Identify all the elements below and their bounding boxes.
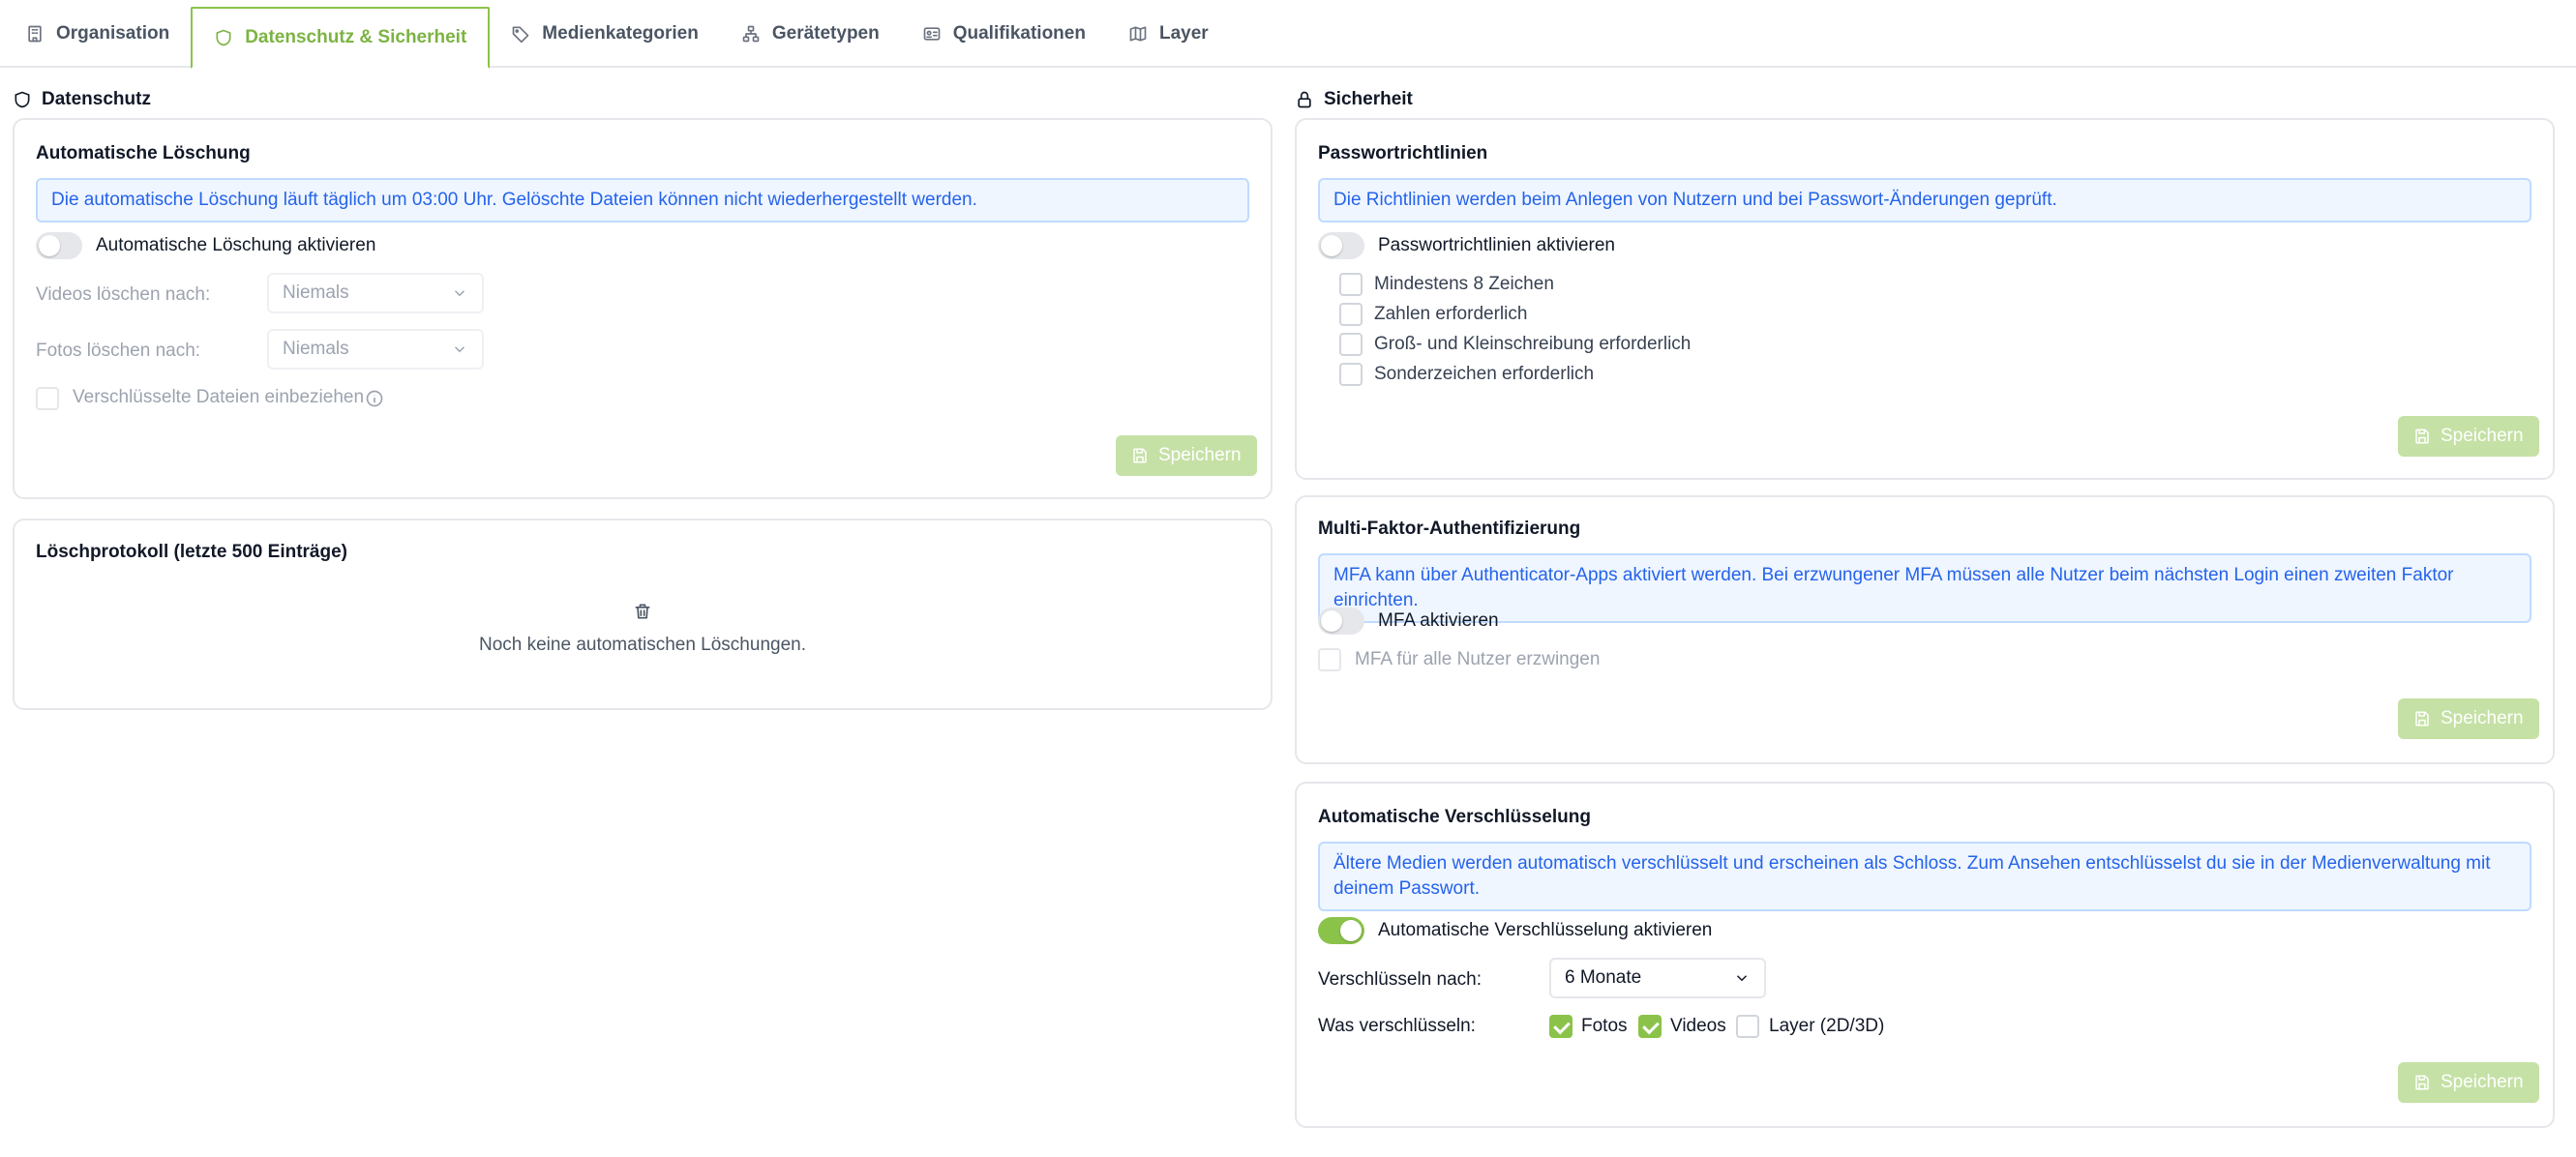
include-encrypted-checkbox[interactable]: [36, 387, 59, 410]
save-icon: [2415, 429, 2429, 444]
card-title: Multi-Faktor-Authentifizierung: [1318, 519, 1581, 539]
save-icon: [1133, 448, 1147, 463]
id-card-icon: [923, 26, 941, 41]
tab-label: Layer: [1158, 22, 1209, 44]
enforce-mfa-label: MFA für alle Nutzer erzwingen: [1355, 649, 1601, 669]
security-column: Sicherheit Passwortrichtlinien Die Richt…: [1295, 68, 2555, 1128]
card-title: Automatische Verschlüsselung: [1318, 807, 1591, 827]
button-label: Speichern: [2441, 708, 2524, 728]
rule-special-checkbox[interactable]: [1339, 363, 1363, 386]
tab-label: Organisation: [56, 22, 170, 44]
card-title: Passwortrichtlinien: [1318, 143, 1488, 163]
password-policy-card: Passwortrichtlinien Die Richtlinien werd…: [1295, 118, 2555, 480]
map-icon: [1129, 26, 1147, 42]
rule-label: Sonderzeichen erforderlich: [1374, 364, 1595, 384]
security-section-title: Sicherheit: [1295, 68, 2555, 116]
chevron-down-icon: [1736, 975, 1748, 982]
toggle-label: MFA aktivieren: [1378, 610, 1499, 631]
building-icon: [28, 25, 42, 42]
include-encrypted-label: Verschlüsselte Dateien einbeziehen: [73, 387, 365, 407]
option-label: Fotos: [1581, 1016, 1628, 1036]
rule-label: Zahlen erforderlich: [1374, 304, 1528, 324]
empty-state-text: Noch keine automatischen Löschungen.: [478, 635, 806, 655]
card-title: Löschprotokoll (letzte 500 Einträge): [36, 542, 347, 562]
button-label: Speichern: [1158, 445, 1242, 465]
info-banner: Ältere Medien werden automatisch verschl…: [1318, 842, 2531, 911]
section-title-text: Sicherheit: [1324, 89, 1413, 109]
rule-min-length-checkbox[interactable]: [1339, 273, 1363, 296]
auto-delete-card: Automatische Löschung Die automatische L…: [13, 118, 1273, 499]
network-icon: [742, 25, 760, 42]
lock-icon: [1298, 91, 1311, 108]
info-icon[interactable]: [365, 389, 384, 408]
tab-geraetetypen[interactable]: Gerätetypen: [720, 0, 901, 67]
save-icon: [2415, 1075, 2429, 1090]
tab-layer[interactable]: Layer: [1107, 0, 1230, 67]
option-label: Layer (2D/3D): [1769, 1016, 1885, 1036]
card-title: Automatische Löschung: [36, 143, 251, 163]
button-label: Speichern: [2441, 426, 2524, 446]
privacy-section-title: Datenschutz: [13, 68, 1273, 116]
save-icon: [2415, 711, 2429, 727]
auto-delete-toggle[interactable]: [36, 232, 82, 259]
save-button[interactable]: Speichern: [2398, 416, 2539, 457]
tab-qualifikationen[interactable]: Qualifikationen: [901, 0, 1107, 67]
photos-delete-label: Fotos löschen nach:: [36, 341, 201, 361]
tab-datenschutz-sicherheit[interactable]: Datenschutz & Sicherheit: [191, 7, 491, 69]
toggle-label: Passwortrichtlinien aktivieren: [1378, 235, 1615, 255]
tab-organisation[interactable]: Organisation: [4, 0, 191, 67]
settings-tabs: Organisation Datenschutz & Sicherheit Me…: [0, 0, 2576, 69]
info-banner: Die Richtlinien werden beim Anlegen von …: [1318, 178, 2531, 222]
encrypt-after-label: Verschlüsseln nach:: [1318, 969, 1482, 990]
password-policy-toggle[interactable]: [1318, 232, 1364, 259]
videos-delete-select[interactable]: Niemals: [267, 273, 484, 313]
mfa-toggle[interactable]: [1318, 608, 1364, 635]
select-value: Niemals: [283, 282, 349, 303]
auto-encryption-toggle[interactable]: [1318, 917, 1364, 944]
save-button[interactable]: Speichern: [2398, 1062, 2539, 1103]
toggle-label: Automatische Löschung aktivieren: [96, 235, 376, 255]
tab-label: Medienkategorien: [542, 22, 699, 44]
option-label: Videos: [1670, 1016, 1726, 1036]
photos-delete-select[interactable]: Niemals: [267, 329, 484, 370]
auto-encryption-card: Automatische Verschlüsselung Ältere Medi…: [1295, 782, 2555, 1128]
privacy-column: Datenschutz Automatische Löschung Die au…: [13, 68, 1273, 710]
rule-label: Groß- und Kleinschreibung erforderlich: [1374, 334, 1692, 354]
rule-numbers-checkbox[interactable]: [1339, 303, 1363, 326]
encrypt-layer-checkbox[interactable]: [1736, 1015, 1759, 1038]
tag-icon: [512, 26, 529, 43]
chevron-down-icon: [454, 290, 465, 297]
tab-label: Gerätetypen: [771, 22, 880, 44]
videos-delete-label: Videos löschen nach:: [36, 284, 211, 305]
encrypt-videos-checkbox[interactable]: [1638, 1015, 1662, 1038]
info-banner: MFA kann über Authenticator-Apps aktivie…: [1318, 553, 2531, 623]
save-button[interactable]: Speichern: [1116, 435, 1257, 476]
section-title-text: Datenschutz: [42, 89, 151, 109]
toggle-label: Automatische Verschlüsselung aktivieren: [1378, 920, 1713, 940]
encrypt-photos-checkbox[interactable]: [1549, 1015, 1573, 1038]
encrypt-after-select[interactable]: 6 Monate: [1549, 958, 1766, 998]
shield-icon: [15, 91, 30, 108]
deletion-log-card: Löschprotokoll (letzte 500 Einträge) Noc…: [13, 519, 1273, 710]
rule-case-checkbox[interactable]: [1339, 333, 1363, 356]
select-value: Niemals: [283, 339, 349, 359]
tab-medienkategorien[interactable]: Medienkategorien: [490, 0, 720, 67]
shield-icon: [216, 29, 231, 46]
chevron-down-icon: [454, 346, 465, 353]
rule-label: Mindestens 8 Zeichen: [1374, 274, 1554, 294]
enforce-mfa-checkbox[interactable]: [1318, 648, 1341, 671]
button-label: Speichern: [2441, 1072, 2524, 1092]
what-encrypt-label: Was verschlüsseln:: [1318, 1016, 1476, 1036]
select-value: 6 Monate: [1565, 967, 1642, 988]
tab-label: Datenschutz & Sicherheit: [245, 27, 467, 47]
trash-icon: [633, 602, 652, 621]
tab-label: Qualifikationen: [952, 22, 1086, 44]
mfa-card: Multi-Faktor-Authentifizierung MFA kann …: [1295, 495, 2555, 764]
info-banner: Die automatische Löschung läuft täglich …: [36, 178, 1249, 222]
save-button[interactable]: Speichern: [2398, 698, 2539, 739]
